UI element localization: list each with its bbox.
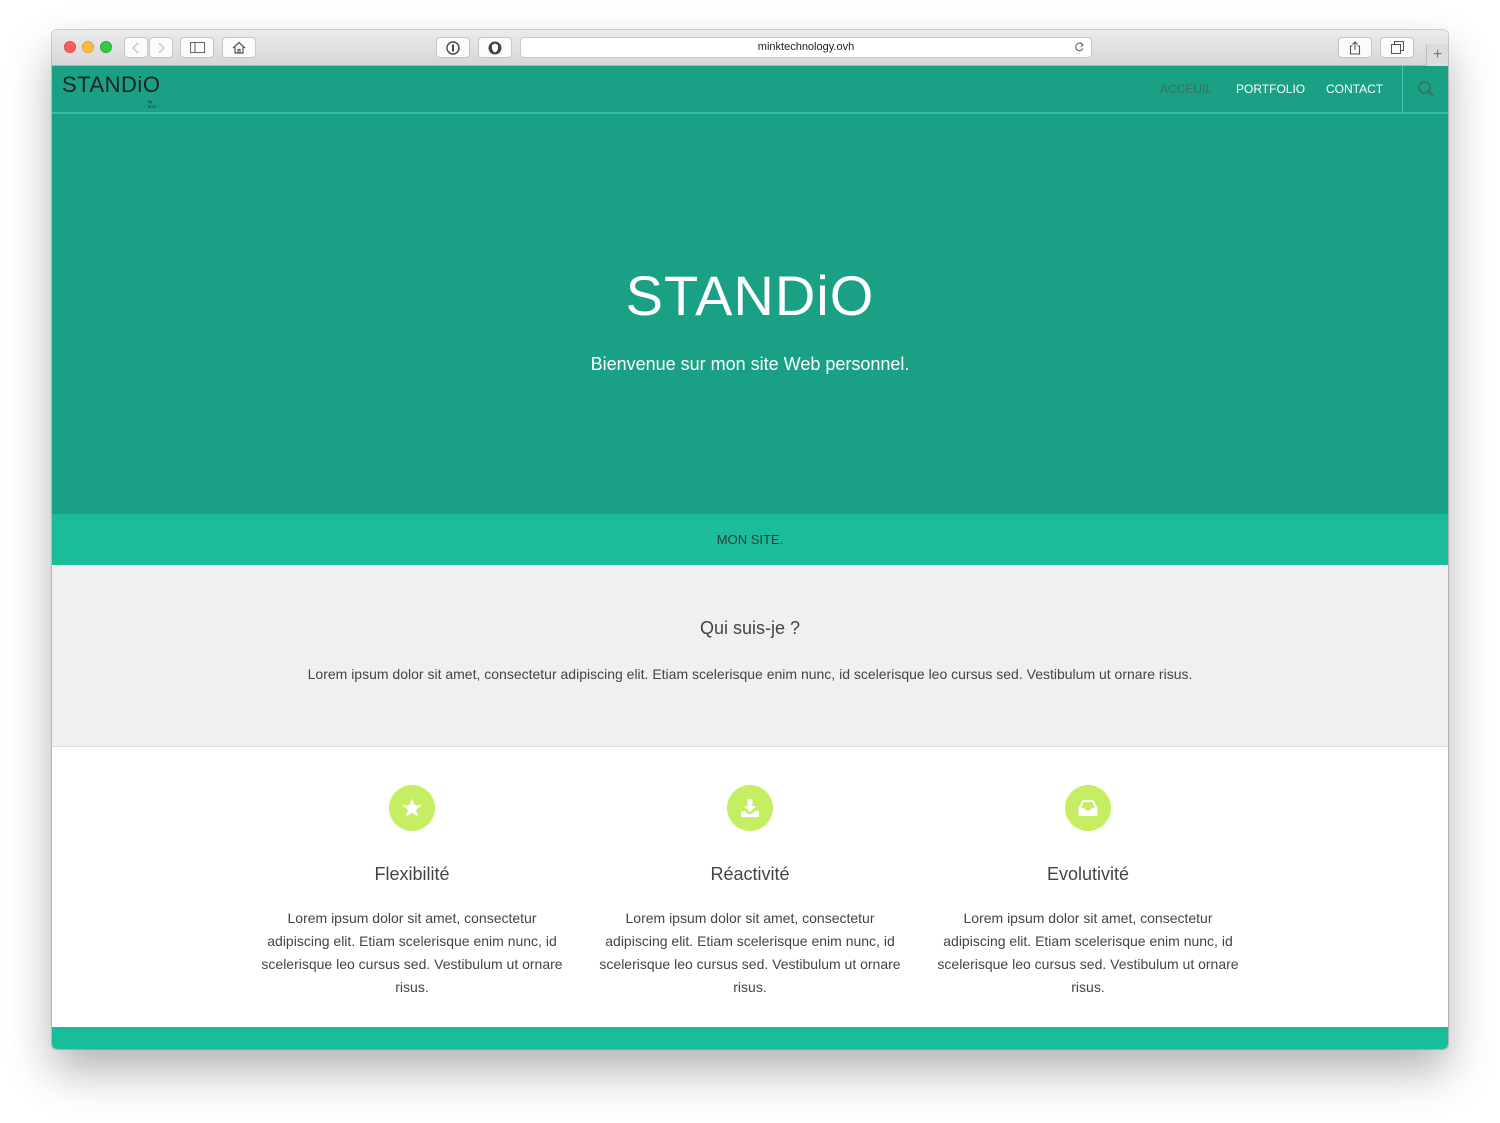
hero-section: STANDiO Bienvenue sur mon site Web perso… xyxy=(52,114,1448,514)
nav-divider xyxy=(1402,66,1403,112)
feature-card: Flexibilité Lorem ipsum dolor sit amet, … xyxy=(252,785,572,999)
back-button[interactable] xyxy=(124,37,148,58)
feature-card: Réactivité Lorem ipsum dolor sit amet, c… xyxy=(590,785,910,999)
site-logo[interactable]: STANDiO by M.M xyxy=(62,71,161,109)
footer-band xyxy=(52,1027,1448,1049)
nav-item-contact[interactable]: CONTACT xyxy=(1326,82,1383,96)
feature-title: Flexibilité xyxy=(374,864,450,884)
address-bar[interactable]: minktechnology.ovh xyxy=(520,37,1092,58)
feature-card: Evolutivité Lorem ipsum dolor sit amet, … xyxy=(928,785,1248,999)
info-circle-icon xyxy=(446,40,460,55)
logo-subtext: by M.M xyxy=(148,99,156,109)
features-section: Flexibilité Lorem ipsum dolor sit amet, … xyxy=(52,747,1448,1027)
feature-text: Lorem ipsum dolor sit amet, consectetur … xyxy=(261,910,563,995)
about-section: Qui suis-je ? Lorem ipsum dolor sit amet… xyxy=(52,565,1448,747)
plus-icon: + xyxy=(1432,46,1443,63)
hero-subtitle: Bienvenue sur mon site Web personnel. xyxy=(590,354,910,374)
feature-text: Lorem ipsum dolor sit amet, consectetur … xyxy=(937,910,1239,995)
new-tab-button[interactable]: + xyxy=(1426,44,1448,66)
zoom-window-button[interactable] xyxy=(100,41,112,53)
tabs-icon xyxy=(1390,41,1404,54)
download-icon xyxy=(727,785,773,831)
browser-window: minktechnology.ovh + STANDiO by M.M ACCE… xyxy=(52,30,1448,1049)
feature-text: Lorem ipsum dolor sit amet, consectetur … xyxy=(599,910,901,995)
nav-item-acceuil[interactable]: ACCEUIL xyxy=(1160,82,1212,96)
site-navbar: STANDiO by M.M ACCEUIL PORTFOLIO CONTACT xyxy=(52,66,1448,114)
inbox-icon xyxy=(1065,785,1111,831)
share-icon xyxy=(1349,40,1361,55)
search-button[interactable] xyxy=(1417,80,1435,103)
home-icon xyxy=(232,41,246,54)
hero-title: STANDiO xyxy=(625,264,875,327)
nav-item-portfolio[interactable]: PORTFOLIO xyxy=(1236,82,1305,96)
tabs-overview-button[interactable] xyxy=(1380,37,1414,58)
chevron-right-icon xyxy=(158,42,165,53)
star-icon xyxy=(389,785,435,831)
feature-title: Réactivité xyxy=(710,864,790,884)
reader-button[interactable] xyxy=(436,37,470,58)
about-text: Lorem ipsum dolor sit amet, consectetur … xyxy=(307,666,1193,682)
close-window-button[interactable] xyxy=(64,41,76,53)
chevron-left-icon xyxy=(132,42,139,53)
sidebar-button[interactable] xyxy=(180,37,214,58)
shield-icon xyxy=(488,41,502,54)
band-text: MON SITE. xyxy=(716,532,784,547)
reload-icon[interactable] xyxy=(1074,38,1085,64)
home-button[interactable] xyxy=(222,37,256,58)
feature-title: Evolutivité xyxy=(1046,864,1130,884)
share-button[interactable] xyxy=(1338,37,1372,58)
forward-button[interactable] xyxy=(149,37,173,58)
sidebar-icon xyxy=(189,42,205,53)
about-title: Qui suis-je ? xyxy=(699,618,801,638)
logo-text: STANDiO xyxy=(62,72,161,97)
mon-site-band: MON SITE. xyxy=(52,514,1448,565)
search-icon xyxy=(1418,81,1434,97)
extension-button[interactable] xyxy=(478,37,512,58)
browser-toolbar: minktechnology.ovh + xyxy=(52,30,1448,66)
minimize-window-button[interactable] xyxy=(82,41,94,53)
url-text: minktechnology.ovh xyxy=(757,41,855,53)
